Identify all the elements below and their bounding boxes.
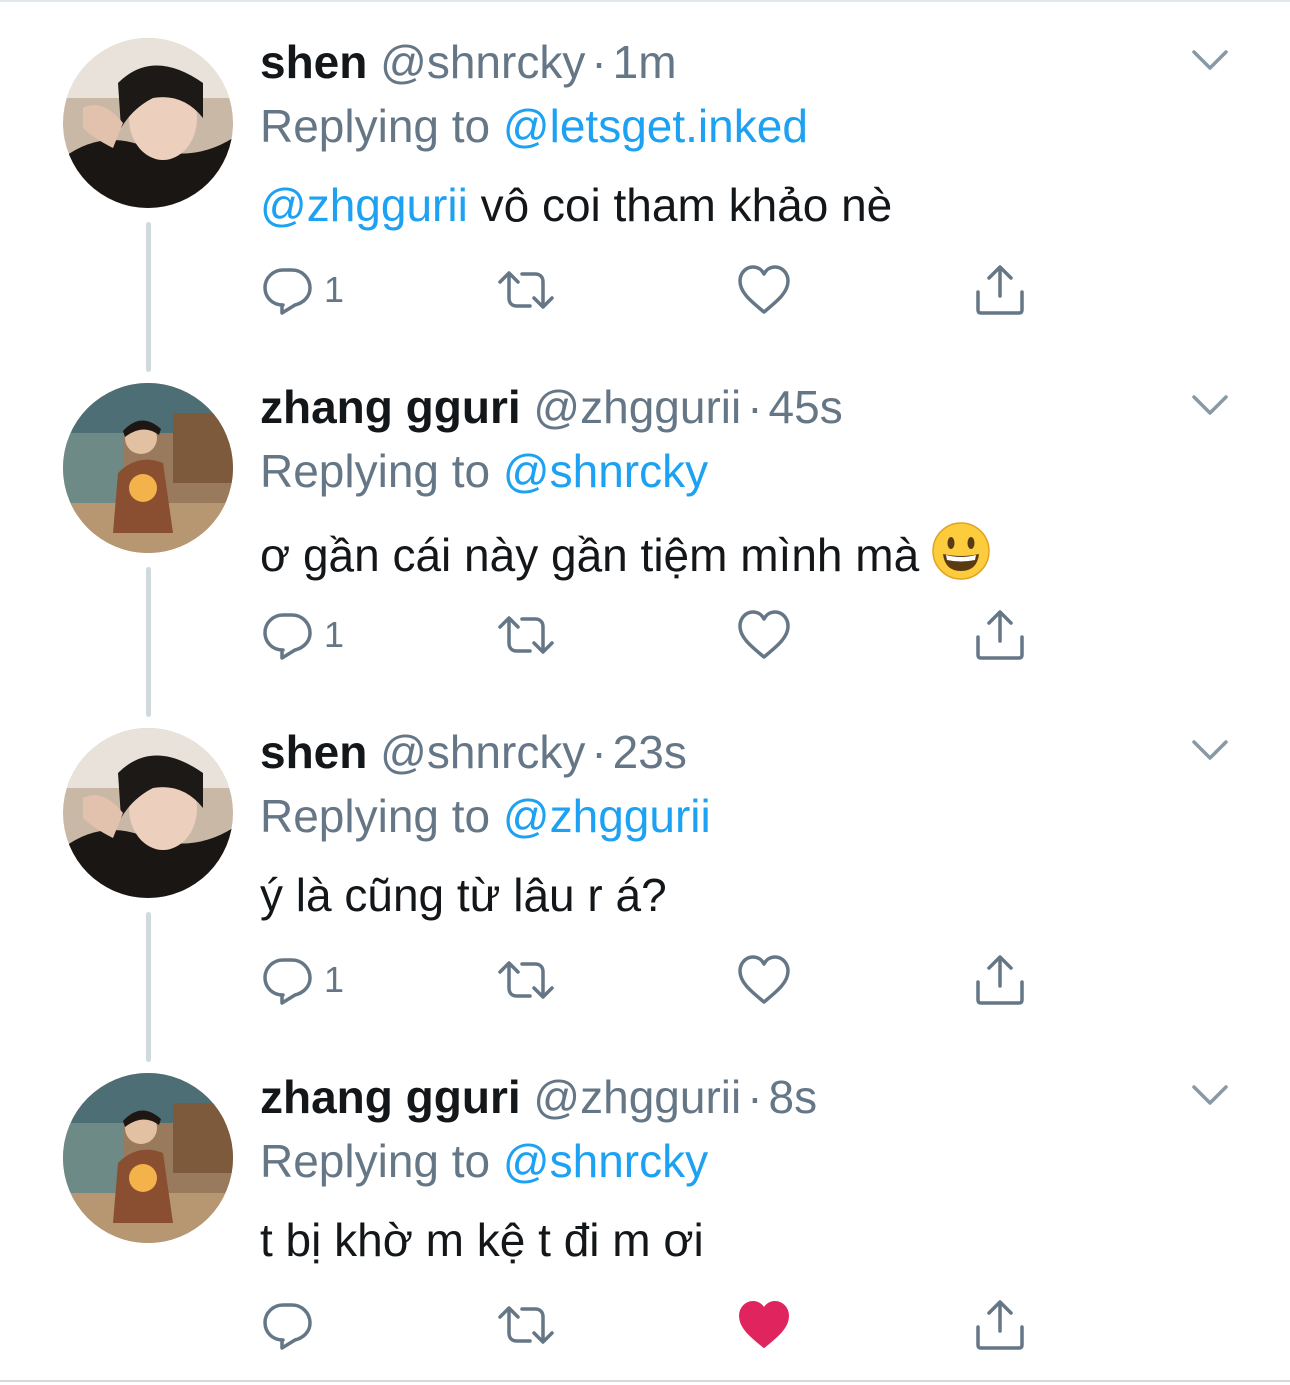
replying-to: Replying to @zhggurii: [260, 788, 711, 844]
share-button[interactable]: [972, 262, 1028, 318]
share-icon: [976, 955, 1024, 1005]
retweet-icon: [498, 1306, 554, 1344]
share-icon: [976, 265, 1024, 315]
action-bar: 1: [260, 262, 1060, 318]
chevron-down-icon[interactable]: [1188, 1079, 1232, 1111]
separator-dot: ·: [747, 381, 763, 433]
reply-icon: [263, 613, 312, 660]
reply-icon: [263, 958, 312, 1005]
retweet-icon: [498, 961, 554, 999]
replying-prefix: Replying to: [260, 790, 491, 842]
like-button[interactable]: [736, 952, 792, 1008]
share-icon: [976, 610, 1024, 660]
tweet-header: shen @shnrcky · 23s: [260, 724, 687, 780]
tweet[interactable]: zhang gguri @zhggurii · 45s Replying to @s…: [0, 345, 1290, 717]
share-button[interactable]: [972, 607, 1028, 663]
tweet[interactable]: zhang gguri @zhggurii · 8s Replying to @sh…: [0, 1035, 1290, 1380]
separator-dot: ·: [591, 36, 607, 88]
display-name[interactable]: shen: [260, 36, 367, 88]
retweet-button[interactable]: [496, 952, 556, 1008]
retweet-button[interactable]: [496, 607, 556, 663]
retweet-button[interactable]: [496, 1297, 556, 1353]
like-button[interactable]: [736, 607, 792, 663]
share-icon: [976, 1300, 1024, 1350]
avatar-photo: [63, 383, 233, 553]
like-button[interactable]: [736, 1297, 792, 1353]
retweet-icon: [498, 271, 554, 309]
user-handle[interactable]: @zhggurii: [533, 381, 741, 433]
tweet-body: ý là cũng từ lâu r á?: [260, 869, 667, 921]
action-bar: [260, 1297, 1060, 1353]
avatar[interactable]: [63, 383, 233, 553]
replying-to: Replying to @shnrcky: [260, 1133, 708, 1189]
user-handle[interactable]: @zhggurii: [533, 1071, 741, 1123]
timestamp[interactable]: 1m: [613, 36, 677, 88]
grinning-face-emoji: [931, 521, 991, 594]
action-bar: 1: [260, 607, 1060, 663]
replying-to: Replying to @shnrcky: [260, 443, 708, 499]
share-button[interactable]: [972, 952, 1028, 1008]
avatar-photo: [63, 38, 233, 208]
retweet-button[interactable]: [496, 262, 556, 318]
timestamp[interactable]: 23s: [613, 726, 687, 778]
chevron-down-icon[interactable]: [1188, 734, 1232, 766]
replying-to-link[interactable]: @shnrcky: [503, 445, 708, 497]
replying-to: Replying to @letsget.inked: [260, 98, 808, 154]
heart-icon: [738, 610, 790, 659]
replying-prefix: Replying to: [260, 100, 491, 152]
reply-count: 1: [324, 959, 345, 1000]
chevron-down-icon[interactable]: [1188, 44, 1232, 76]
reply-button[interactable]: 1: [260, 952, 344, 1008]
display-name[interactable]: zhang gguri: [260, 1071, 521, 1123]
heart-icon: [738, 265, 790, 314]
replying-to-link[interactable]: @shnrcky: [503, 1135, 708, 1187]
action-bar: 1: [260, 952, 1060, 1008]
replying-prefix: Replying to: [260, 445, 491, 497]
tweet-header: shen @shnrcky · 1m: [260, 34, 677, 90]
tweet[interactable]: shen @shnrcky · 23s Replying to @zhggurii …: [0, 690, 1290, 1062]
reply-button[interactable]: 1: [260, 262, 344, 318]
heart-icon: [738, 955, 790, 1004]
tweet-body: vô coi tham khảo nè: [467, 179, 893, 231]
reply-count: 1: [324, 269, 345, 310]
mention-link[interactable]: @zhggurii: [260, 179, 468, 231]
reply-icon: [263, 268, 312, 315]
reply-button[interactable]: [260, 1297, 316, 1353]
reply-button[interactable]: 1: [260, 607, 344, 663]
reply-icon: [263, 1303, 312, 1350]
avatar-photo: [63, 1073, 233, 1243]
avatar-photo: [63, 728, 233, 898]
tweet[interactable]: shen @shnrcky · 1m Replying to @letsget.in…: [0, 0, 1290, 372]
avatar[interactable]: [63, 1073, 233, 1243]
separator-dot: ·: [747, 1071, 763, 1123]
replying-to-link[interactable]: @zhggurii: [503, 790, 711, 842]
tweet-text: ý là cũng từ lâu r á?: [260, 866, 667, 924]
replying-prefix: Replying to: [260, 1135, 491, 1187]
tweet-text: t bị khờ m kệ t đi m ơi: [260, 1211, 704, 1269]
timestamp[interactable]: 8s: [769, 1071, 818, 1123]
like-button[interactable]: [736, 262, 792, 318]
avatar[interactable]: [63, 38, 233, 208]
separator-dot: ·: [591, 726, 607, 778]
tweet-text: @zhggurii vô coi tham khảo nè: [260, 176, 892, 234]
share-button[interactable]: [972, 1297, 1028, 1353]
tweet-text: ơ gần cái này gần tiệm mình mà: [260, 521, 991, 594]
tweet-body: ơ gần cái này gần tiệm mình mà: [260, 529, 920, 581]
tweet-body: t bị khờ m kệ t đi m ơi: [260, 1214, 704, 1266]
retweet-icon: [498, 616, 554, 654]
chevron-down-icon[interactable]: [1188, 389, 1232, 421]
tweet-header: zhang gguri @zhggurii · 45s: [260, 379, 843, 435]
user-handle[interactable]: @shnrcky: [380, 36, 585, 88]
timestamp[interactable]: 45s: [769, 381, 843, 433]
user-handle[interactable]: @shnrcky: [380, 726, 585, 778]
heart-filled-icon: [739, 1301, 789, 1348]
display-name[interactable]: shen: [260, 726, 367, 778]
display-name[interactable]: zhang gguri: [260, 381, 521, 433]
avatar[interactable]: [63, 728, 233, 898]
bottom-divider: [0, 1380, 1290, 1382]
replying-to-link[interactable]: @letsget.inked: [503, 100, 808, 152]
reply-count: 1: [324, 614, 345, 655]
tweet-header: zhang gguri @zhggurii · 8s: [260, 1069, 817, 1125]
